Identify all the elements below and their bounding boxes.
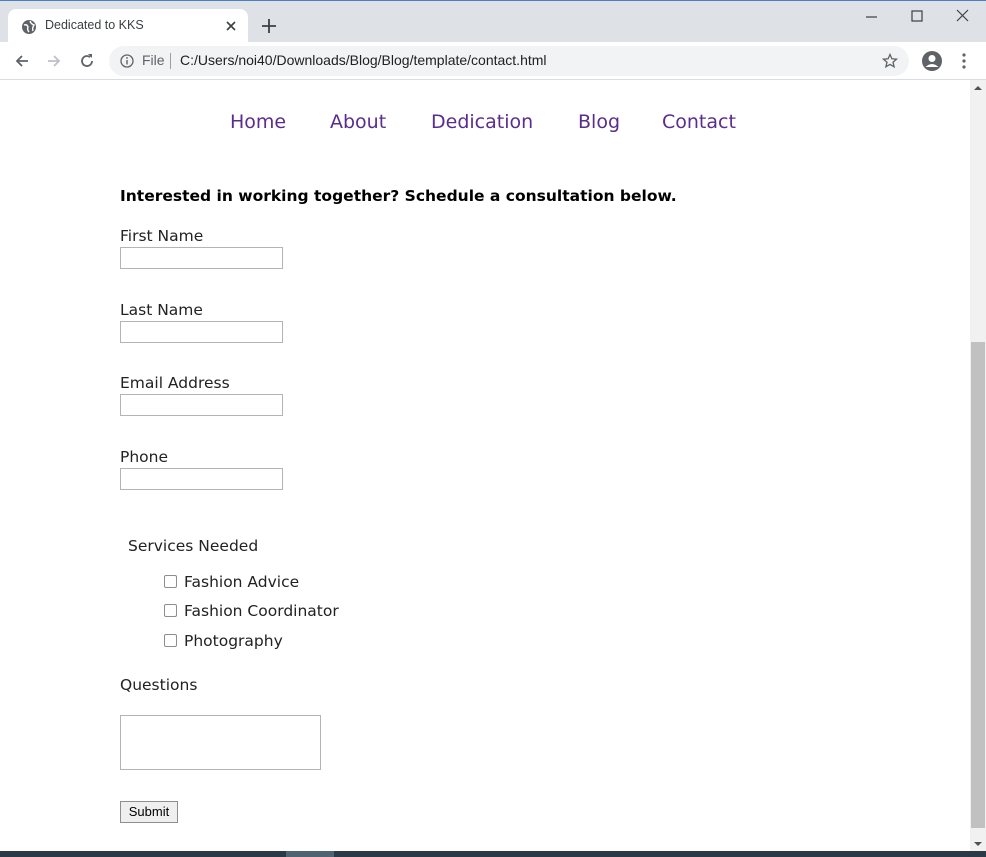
nav-dedication[interactable]: Dedication xyxy=(431,111,533,133)
scroll-up-arrow-icon[interactable] xyxy=(974,84,982,92)
photography-label[interactable]: Photography xyxy=(184,632,283,650)
maximize-icon[interactable] xyxy=(907,7,927,27)
services-legend: Services Needed xyxy=(128,537,259,555)
bookmark-star-icon[interactable] xyxy=(882,53,898,69)
fashion-advice-label[interactable]: Fashion Advice xyxy=(184,573,299,591)
nav-blog[interactable]: Blog xyxy=(578,111,620,133)
reload-icon[interactable] xyxy=(78,52,96,70)
nav-home[interactable]: Home xyxy=(230,111,286,133)
profile-icon[interactable] xyxy=(921,50,943,72)
phone-label: Phone xyxy=(120,448,169,466)
scroll-down-arrow-icon[interactable] xyxy=(974,840,982,848)
submit-button[interactable]: Submit xyxy=(120,801,178,823)
tab-strip: Dedicated to KKS xyxy=(0,0,986,44)
fashion-coordinator-label[interactable]: Fashion Coordinator xyxy=(184,602,339,620)
scrollbar-thumb[interactable] xyxy=(971,342,985,828)
new-tab-icon[interactable] xyxy=(260,17,278,35)
last-name-label: Last Name xyxy=(120,301,203,319)
omnibox-divider xyxy=(170,53,171,69)
forward-arrow-icon[interactable] xyxy=(45,52,63,70)
email-input[interactable] xyxy=(120,394,283,416)
page-viewport: Home About Dedication Blog Contact Inter… xyxy=(0,80,970,851)
first-name-input[interactable] xyxy=(120,247,283,269)
browser-toolbar: File C:/Users/noi40/Downloads/Blog/Blog/… xyxy=(0,42,986,80)
last-name-input[interactable] xyxy=(120,321,283,343)
os-taskbar xyxy=(0,851,986,857)
email-label: Email Address xyxy=(120,374,230,392)
close-tab-icon[interactable] xyxy=(223,18,239,34)
window-close-icon[interactable] xyxy=(953,7,973,27)
scheme-label: File xyxy=(142,52,165,68)
questions-label: Questions xyxy=(120,676,198,694)
tab-title: Dedicated to KKS xyxy=(45,18,144,32)
nav-contact[interactable]: Contact xyxy=(662,111,736,133)
form-intro-heading: Interested in working together? Schedule… xyxy=(120,187,677,205)
taskbar-active-item[interactable] xyxy=(286,851,334,857)
fashion-coordinator-checkbox[interactable] xyxy=(164,604,177,617)
phone-input[interactable] xyxy=(120,468,283,490)
nav-about[interactable]: About xyxy=(330,111,386,133)
vertical-scrollbar[interactable] xyxy=(970,80,986,851)
info-icon[interactable] xyxy=(120,54,134,68)
questions-textarea[interactable] xyxy=(120,715,321,770)
first-name-label: First Name xyxy=(120,227,204,245)
url-text[interactable]: C:/Users/noi40/Downloads/Blog/Blog/templ… xyxy=(180,52,547,68)
menu-dots-icon[interactable] xyxy=(958,52,970,70)
fashion-advice-checkbox[interactable] xyxy=(164,575,177,588)
address-bar[interactable]: File C:/Users/noi40/Downloads/Blog/Blog/… xyxy=(109,46,909,76)
globe-icon xyxy=(22,20,36,34)
minimize-icon[interactable] xyxy=(862,7,882,27)
browser-tab[interactable]: Dedicated to KKS xyxy=(8,9,248,44)
back-arrow-icon[interactable] xyxy=(13,52,31,70)
photography-checkbox[interactable] xyxy=(164,634,177,647)
